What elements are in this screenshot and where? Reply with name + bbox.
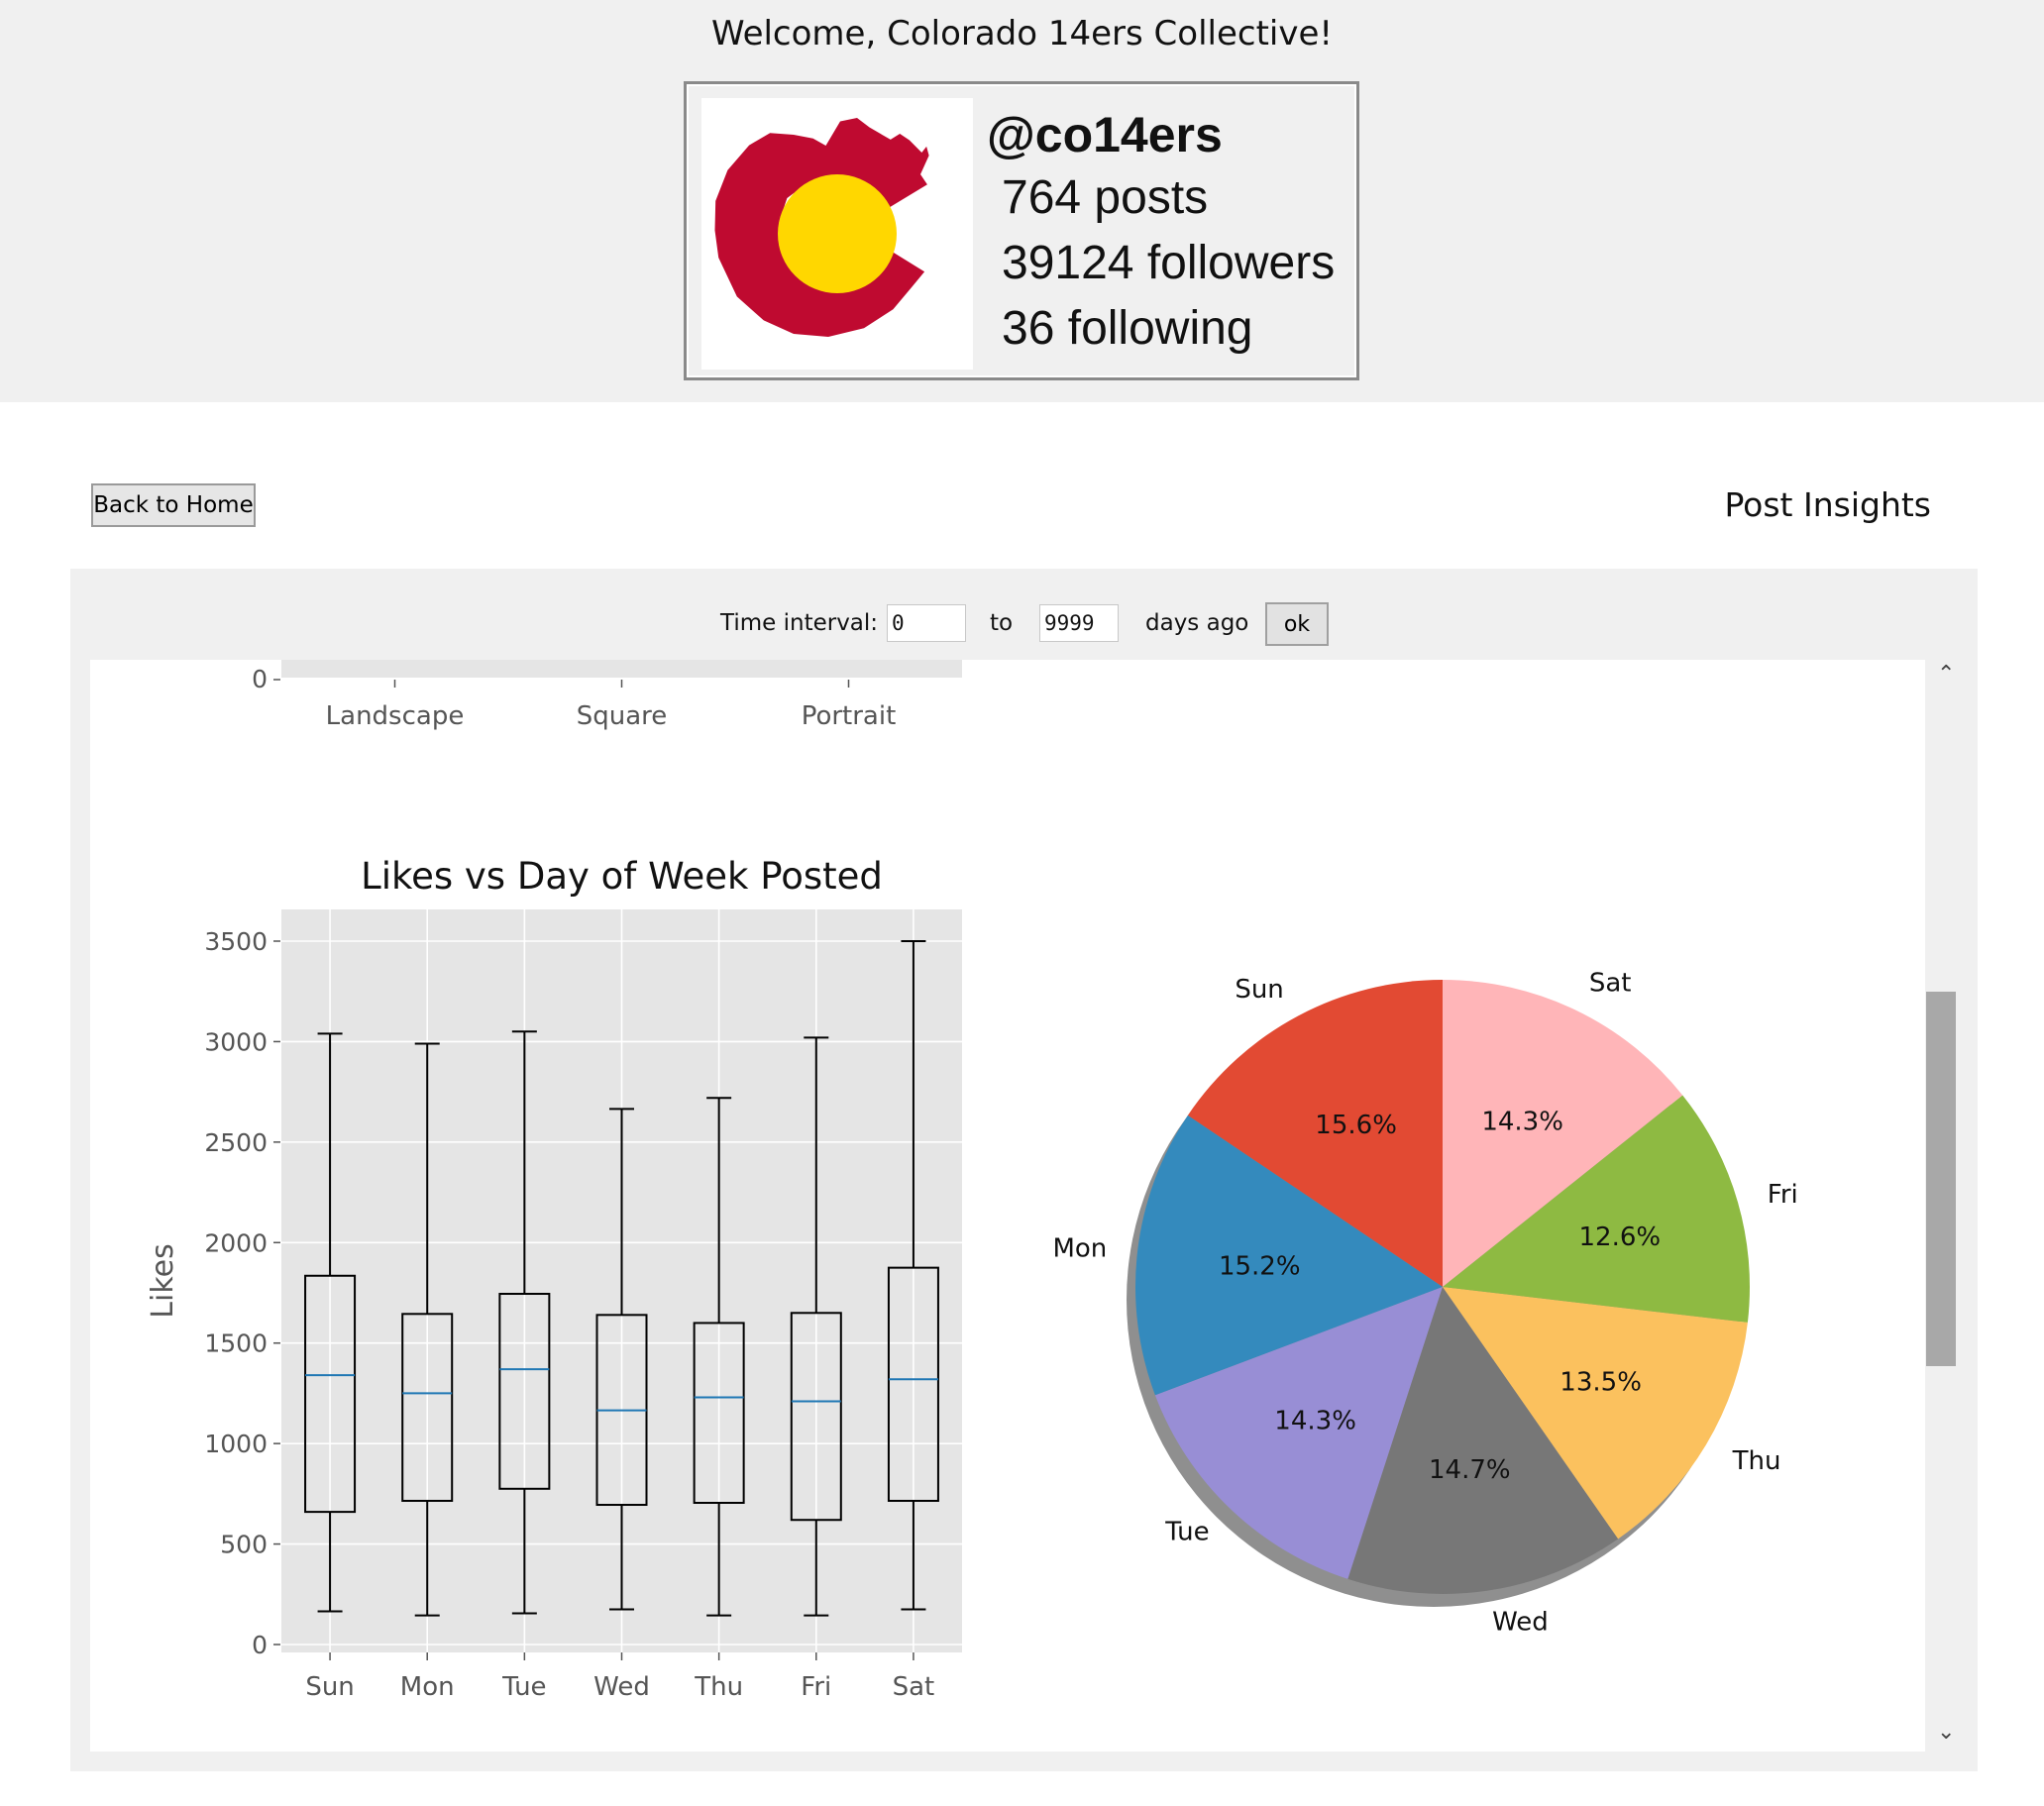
partial-chart-xtick-label: Portrait xyxy=(802,701,897,731)
pie-pct-label: 14.7% xyxy=(1429,1455,1511,1485)
insights-panel: Time interval: to days ago ok 0 Landscape… xyxy=(70,569,1978,1771)
days-ago-label: days ago xyxy=(1145,610,1249,636)
partial-chart-xtick-label: Landscape xyxy=(326,701,465,731)
interval-to-label: to xyxy=(990,610,1014,636)
pie-pct-label: 15.6% xyxy=(1315,1111,1397,1140)
profile-handle: @co14ers xyxy=(987,107,1223,162)
interval-to-input[interactable] xyxy=(1039,604,1119,642)
time-interval-label: Time interval: xyxy=(720,610,879,636)
boxplot-ytick-label: 3500 xyxy=(204,927,268,956)
boxplot-ytick-label: 1000 xyxy=(204,1430,268,1458)
pie-slice-label: Sat xyxy=(1589,969,1632,999)
pie-slice-label: Fri xyxy=(1768,1180,1798,1210)
avatar xyxy=(701,98,973,370)
boxplot-xtick-label: Sun xyxy=(305,1672,354,1702)
pie-slice-label: Tue xyxy=(1164,1518,1209,1547)
pie-pct-label: 13.5% xyxy=(1560,1368,1642,1398)
partial-chart-plot-area xyxy=(281,660,962,680)
followers-count: 39124 followers xyxy=(1002,237,1336,289)
pie-pct-label: 14.3% xyxy=(1481,1107,1563,1136)
boxplot-ytick-label: 3000 xyxy=(204,1027,268,1056)
interval-from-input[interactable] xyxy=(887,604,966,642)
pie-pct-label: 14.3% xyxy=(1274,1407,1356,1436)
boxplot-ytick-label: 2000 xyxy=(204,1228,268,1257)
page-title: Post Insights xyxy=(1724,485,1931,524)
partial-chart-xtick-label: Square xyxy=(577,701,668,731)
chevron-down-icon[interactable]: ⌄ xyxy=(1937,1720,1955,1745)
boxplot-title: Likes vs Day of Week Posted xyxy=(361,855,883,898)
pie-slice-label: Wed xyxy=(1492,1607,1549,1637)
boxplot-xtick-label: Wed xyxy=(593,1672,650,1702)
pie-pct-label: 15.2% xyxy=(1219,1251,1301,1281)
ok-button[interactable]: ok xyxy=(1265,602,1329,646)
posts-count: 764 posts xyxy=(1002,171,1209,224)
boxplot-ytick-label: 500 xyxy=(220,1531,268,1559)
colorado-flag-logo xyxy=(714,118,929,337)
profile-card: @co14ers 764 posts 39124 followers 36 fo… xyxy=(684,81,1359,380)
boxplot-xtick-label: Thu xyxy=(694,1672,743,1702)
boxplot-xtick-label: Sat xyxy=(893,1672,935,1702)
boxplot-ytick-label: 0 xyxy=(252,1631,268,1659)
boxplot-xtick-label: Fri xyxy=(801,1672,831,1702)
charts-svg: 0 Landscape Square Portrait 0 500 1000 1500 2000… xyxy=(146,660,1798,1702)
partial-chart-ytick-label: 0 xyxy=(252,665,268,693)
welcome-message: Welcome, Colorado 14ers Collective! xyxy=(710,14,1334,53)
pie-slice-label: Sun xyxy=(1235,975,1283,1005)
profile-header: Welcome, Colorado 14ers Collective! @co1… xyxy=(0,0,2044,402)
back-to-home-button[interactable]: Back to Home xyxy=(91,483,256,527)
following-count: 36 following xyxy=(1002,302,1253,355)
chevron-up-icon[interactable]: ⌃ xyxy=(1937,662,1955,687)
chart-canvas[interactable]: 0 Landscape Square Portrait 0 500 1000 1500 2000… xyxy=(90,660,1925,1752)
pie-pct-label: 12.6% xyxy=(1579,1222,1662,1252)
boxplot-ylabel: Likes xyxy=(146,1243,180,1318)
scrollbar-thumb[interactable] xyxy=(1926,992,1956,1366)
boxplot-ytick-label: 1500 xyxy=(204,1329,268,1358)
boxplot-xtick-label: Tue xyxy=(501,1672,546,1702)
pie-slice-label: Thu xyxy=(1732,1446,1781,1476)
pie-slice-label: Mon xyxy=(1052,1234,1107,1264)
boxplot-ytick-label: 2500 xyxy=(204,1128,268,1157)
boxplot-xtick-label: Mon xyxy=(400,1672,455,1702)
